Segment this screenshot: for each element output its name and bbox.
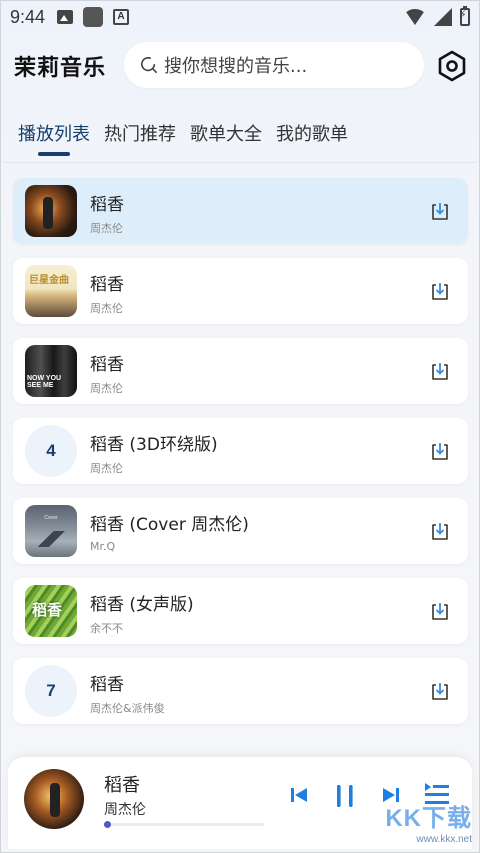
wifi-icon [404, 9, 426, 25]
tab-all-playlists[interactable]: 歌单大全 [190, 120, 262, 156]
download-icon[interactable] [430, 361, 450, 381]
song-artist: 周杰伦 [90, 462, 123, 475]
song-artist: 周杰伦 [90, 222, 123, 235]
progress-knob[interactable] [104, 821, 112, 828]
status-time: 9:44 [10, 6, 46, 27]
search-input[interactable]: 搜你想搜的音乐... [124, 42, 424, 88]
song-artist: 周杰伦&派伟俊 [90, 702, 165, 715]
song-row[interactable]: 7 稻香 周杰伦&派伟俊 [13, 658, 468, 724]
song-row[interactable]: 4 稻香 (3D环绕版) 周杰伦 [13, 418, 468, 484]
tab-my-playlists[interactable]: 我的歌单 [276, 120, 348, 156]
song-title: 稻香 [90, 355, 124, 375]
download-icon[interactable] [430, 601, 450, 621]
pause-icon[interactable] [334, 783, 356, 809]
download-icon[interactable] [430, 201, 450, 221]
song-list: 稻香 周杰伦 巨星金曲 稻香 周杰伦 NOW YOU SEE ME 稻香 周杰伦 [13, 178, 468, 738]
song-row[interactable]: NOW YOU SEE ME 稻香 周杰伦 [13, 338, 468, 404]
song-cover-image: NOW YOU SEE ME [25, 345, 77, 397]
tab-bar: 播放列表 热门推荐 歌单大全 我的歌单 [18, 120, 348, 156]
song-row[interactable]: 巨星金曲 稻香 周杰伦 [13, 258, 468, 324]
search-icon [140, 56, 158, 74]
song-number-badge: 7 [25, 665, 77, 717]
download-icon[interactable] [430, 681, 450, 701]
a-app-icon: A [113, 9, 130, 25]
song-artist: 余不不 [90, 622, 123, 635]
cover-text: 巨星金曲 [29, 275, 69, 286]
song-artist: 周杰伦 [90, 382, 123, 395]
download-icon[interactable] [430, 521, 450, 541]
previous-icon[interactable] [290, 785, 308, 805]
header: 茉莉音乐 搜你想搜的音乐... [0, 42, 480, 88]
song-title: 稻香 (3D环绕版) [90, 435, 218, 455]
cover-text: Cover [44, 515, 58, 521]
app-title: 茉莉音乐 [14, 56, 107, 81]
song-cover-image: 稻香 [25, 585, 77, 637]
watermark-url: www.kkx.net [416, 834, 472, 845]
tab-divider [0, 162, 480, 163]
song-title: 稻香 [90, 675, 124, 695]
cover-text: NOW YOU SEE ME [27, 375, 62, 389]
song-title: 稻香 (Cover 周杰伦) [90, 515, 249, 535]
search-placeholder: 搜你想搜的音乐... [164, 56, 308, 77]
song-cover-image: 巨星金曲 [25, 265, 77, 317]
tab-playlist[interactable]: 播放列表 [18, 120, 90, 156]
song-title: 稻香 [90, 195, 124, 215]
status-right-group [404, 6, 470, 26]
song-row[interactable]: 稻香 周杰伦 [13, 178, 468, 244]
progress-bar[interactable] [104, 821, 264, 828]
image-icon [57, 10, 74, 24]
status-bar: 9:44 A [0, 0, 480, 34]
download-icon[interactable] [430, 281, 450, 301]
song-artist: 周杰伦 [90, 302, 123, 315]
song-title: 稻香 [90, 275, 124, 295]
song-row[interactable]: 稻香 稻香 (女声版) 余不不 [13, 578, 468, 644]
player-cover-image[interactable] [24, 769, 84, 829]
song-number-badge: 4 [25, 425, 77, 477]
song-artist: Mr.Q [90, 540, 116, 553]
song-row[interactable]: Cover 稻香 (Cover 周杰伦) Mr.Q [13, 498, 468, 564]
tab-hot-recommend[interactable]: 热门推荐 [104, 120, 176, 156]
cover-text: 稻香 [32, 601, 63, 619]
signal-icon [434, 8, 452, 26]
player-artist: 周杰伦 [104, 802, 146, 818]
watermark-logo: KK下载 [385, 805, 472, 832]
song-cover-image [25, 185, 77, 237]
battery-charging-icon [459, 6, 470, 26]
square-app-icon [83, 7, 104, 27]
song-cover-image: Cover [25, 505, 77, 557]
song-title: 稻香 (女声版) [90, 595, 194, 615]
hexagon-settings-icon[interactable] [436, 50, 468, 82]
download-icon[interactable] [430, 441, 450, 461]
player-title: 稻香 [104, 775, 140, 796]
